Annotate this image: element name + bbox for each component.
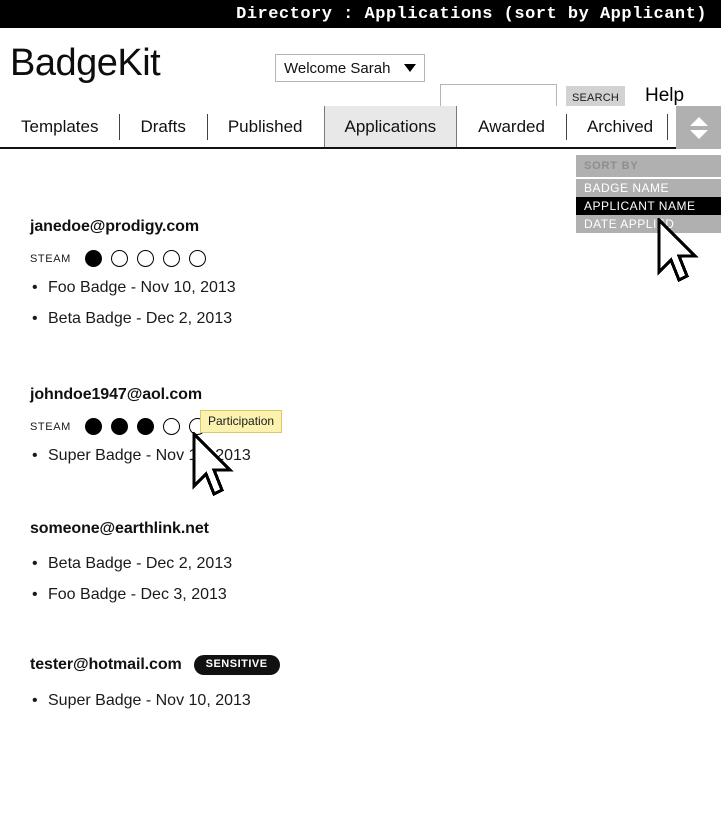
- badge-list: • Super Badge - Nov 10, 2013: [30, 692, 280, 710]
- app-logo: BadgeKit: [10, 42, 161, 84]
- tab-strip-underline: [0, 147, 676, 149]
- window-title-text: Directory : Applications (sort by Applic…: [236, 4, 707, 24]
- tab-published[interactable]: Published: [206, 106, 324, 148]
- tab-label: Archived: [586, 117, 654, 136]
- tab-templates[interactable]: Templates: [0, 106, 119, 148]
- steam-dot[interactable]: [162, 418, 180, 435]
- bullet-icon: •: [32, 555, 38, 572]
- list-item: janedoe@prodigy.com STEAM • Foo Badge - …: [30, 218, 236, 341]
- bullet-icon: •: [32, 586, 38, 603]
- steam-dot-tooltip: Participation: [200, 410, 283, 433]
- tab-list: Templates Drafts Published Applications …: [0, 106, 674, 148]
- badge-list: • Beta Badge - Dec 2, 2013 • Foo Badge -…: [30, 555, 232, 604]
- tab-applications[interactable]: Applications: [323, 106, 458, 148]
- tab-label: Applications: [344, 117, 437, 136]
- tab-label: Awarded: [478, 117, 545, 136]
- tab-label: Templates: [21, 117, 99, 136]
- badge-text: Beta Badge - Dec 2, 2013: [48, 310, 233, 327]
- window-title-bar: Directory : Applications (sort by Applic…: [0, 0, 721, 28]
- badge-list-item[interactable]: • Foo Badge - Dec 3, 2013: [30, 586, 232, 604]
- badge-list-item[interactable]: • Foo Badge - Nov 10, 2013: [30, 279, 236, 297]
- steam-rating-row: STEAM: [30, 250, 236, 267]
- list-item: someone@earthlink.net • Beta Badge - Dec…: [30, 520, 232, 617]
- badge-list: • Foo Badge - Nov 10, 2013 • Beta Badge …: [30, 279, 236, 328]
- steam-dot[interactable]: [84, 250, 102, 267]
- badge-text: Beta Badge - Dec 2, 2013: [48, 555, 233, 572]
- steam-dot[interactable]: [84, 418, 102, 435]
- steam-dot[interactable]: [188, 250, 206, 267]
- applicant-header: johndoe1947@aol.com: [30, 386, 251, 404]
- badge-list-item[interactable]: • Beta Badge - Dec 2, 2013: [30, 555, 232, 573]
- user-menu-dropdown[interactable]: Welcome Sarah: [275, 54, 425, 82]
- applicant-email[interactable]: tester@hotmail.com: [30, 656, 182, 674]
- applicant-email[interactable]: johndoe1947@aol.com: [30, 386, 202, 404]
- sort-option-applicant-name[interactable]: APPLICANT NAME: [576, 197, 721, 215]
- steam-dot[interactable]: [110, 250, 128, 267]
- list-item: tester@hotmail.com SENSITIVE • Super Bad…: [30, 655, 280, 723]
- badge-list-item[interactable]: • Super Badge - Nov 10, 2013: [30, 692, 280, 710]
- steam-label: STEAM: [30, 252, 71, 265]
- chevron-down-icon: [404, 64, 416, 72]
- sort-option-badge-name[interactable]: BADGE NAME: [576, 179, 721, 197]
- steam-dot[interactable]: [136, 250, 154, 267]
- tab-archived[interactable]: Archived: [565, 106, 674, 148]
- triangle-up-icon: [689, 116, 708, 126]
- bullet-icon: •: [32, 447, 38, 464]
- mouse-cursor-secondary: [657, 218, 699, 283]
- bullet-icon: •: [32, 310, 38, 327]
- user-menu-label: Welcome Sarah: [284, 59, 391, 77]
- badge-text: Foo Badge - Dec 3, 2013: [48, 586, 227, 603]
- status-badge: SENSITIVE: [193, 655, 280, 675]
- masthead: BadgeKit Welcome Sarah SEARCH Help: [0, 28, 721, 111]
- help-link[interactable]: Help: [645, 85, 684, 107]
- tab-label: Drafts: [140, 117, 186, 136]
- applicant-email[interactable]: janedoe@prodigy.com: [30, 218, 199, 236]
- tab-drafts[interactable]: Drafts: [119, 106, 206, 148]
- tab-awarded[interactable]: Awarded: [457, 106, 566, 148]
- mouse-cursor-primary: [192, 432, 234, 497]
- bullet-icon: •: [32, 692, 38, 709]
- applicant-header: someone@earthlink.net: [30, 520, 232, 538]
- steam-dot[interactable]: [110, 418, 128, 435]
- sort-toggle-button[interactable]: [676, 106, 721, 149]
- triangle-down-icon: [689, 129, 708, 139]
- steam-dot[interactable]: [136, 418, 154, 435]
- badge-text: Super Badge - Nov 10, 2013: [48, 692, 251, 709]
- tab-divider: [667, 114, 668, 140]
- tab-strip: Templates Drafts Published Applications …: [0, 106, 721, 148]
- applicant-email[interactable]: someone@earthlink.net: [30, 520, 209, 538]
- steam-label: STEAM: [30, 420, 71, 433]
- tab-label: Published: [227, 117, 303, 136]
- sort-by-heading: SORT BY: [576, 155, 721, 179]
- applicant-header: janedoe@prodigy.com: [30, 218, 236, 236]
- applicant-header: tester@hotmail.com SENSITIVE: [30, 655, 280, 675]
- bullet-icon: •: [32, 279, 38, 296]
- badge-text: Foo Badge - Nov 10, 2013: [48, 279, 236, 296]
- steam-dot[interactable]: [162, 250, 180, 267]
- badge-list-item[interactable]: • Beta Badge - Dec 2, 2013: [30, 310, 236, 328]
